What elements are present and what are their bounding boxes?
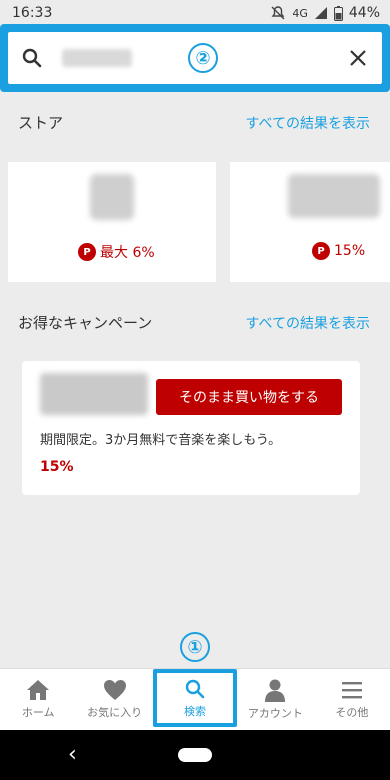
signal-icon <box>314 7 327 19</box>
heart-icon <box>103 680 126 700</box>
point-badge-icon: P <box>78 243 96 261</box>
point-badge-icon: P <box>312 242 330 260</box>
store-points: P 最大 6% <box>78 242 155 262</box>
campaign-points-rate: 15% <box>40 459 74 475</box>
status-bar: 16:33 4G 44% <box>0 0 390 26</box>
tab-label: お気に入り <box>87 706 143 719</box>
bottom-tab-bar: ホーム お気に入り 検索 アカウント その他 <box>0 668 390 730</box>
tab-label: その他 <box>335 706 369 719</box>
network-label: 4G <box>292 6 308 20</box>
home-icon <box>27 680 50 700</box>
store-points-rate: 15% <box>334 243 366 259</box>
search-bar-highlight: ② <box>0 24 390 92</box>
search-icon <box>185 679 205 698</box>
search-input[interactable]: ② <box>8 32 382 84</box>
mute-icon <box>271 6 285 20</box>
close-icon[interactable] <box>346 46 370 70</box>
section-title-campaigns: お得なキャンペーン <box>18 314 153 332</box>
annotation-marker-1: ① <box>180 632 210 662</box>
store-points-rate: 最大 6% <box>100 245 155 261</box>
status-icons: 4G 44% <box>270 5 380 21</box>
store-card[interactable]: P 15% <box>230 162 390 282</box>
store-card[interactable]: P 最大 6% <box>8 162 216 282</box>
battery-level: 44% <box>348 5 380 21</box>
system-nav-bar: ‹ <box>0 730 390 780</box>
tab-label: アカウント <box>247 707 303 720</box>
shop-now-button[interactable]: そのまま買い物をする <box>156 379 342 415</box>
annotation-marker-2: ② <box>188 43 218 73</box>
person-icon <box>265 679 286 702</box>
home-pill-icon[interactable] <box>178 748 212 762</box>
tab-label: ホーム <box>21 706 55 719</box>
stores-section-header: ストア すべての結果を表示 <box>0 112 390 133</box>
tab-home[interactable]: ホーム <box>0 669 76 730</box>
section-title-stores: ストア <box>18 114 64 132</box>
tab-favorites[interactable]: お気に入り <box>76 669 152 730</box>
store-points: P 15% <box>312 242 365 260</box>
campaign-card[interactable]: そのまま買い物をする 期間限定。3か月無料で音楽を楽しもう。 15% <box>22 361 360 495</box>
campaign-description: 期間限定。3か月無料で音楽を楽しもう。 <box>40 433 282 448</box>
search-icon <box>22 48 42 68</box>
tab-account[interactable]: アカウント <box>237 669 313 730</box>
tab-search[interactable]: 検索 <box>152 669 238 727</box>
tab-label: 検索 <box>184 704 207 718</box>
back-icon[interactable]: ‹ <box>68 742 77 767</box>
campaign-logo <box>40 373 148 415</box>
battery-icon <box>333 5 343 21</box>
store-logo <box>90 174 134 220</box>
search-query-blurred <box>62 49 132 67</box>
see-all-stores-link[interactable]: すべての結果を表示 <box>246 113 370 133</box>
menu-icon <box>341 682 362 699</box>
status-time: 16:33 <box>12 5 53 21</box>
campaigns-section-header: お得なキャンペーン すべての結果を表示 <box>0 312 390 333</box>
store-logo <box>288 174 380 218</box>
see-all-campaigns-link[interactable]: すべての結果を表示 <box>246 313 370 333</box>
tab-more[interactable]: その他 <box>314 669 390 730</box>
